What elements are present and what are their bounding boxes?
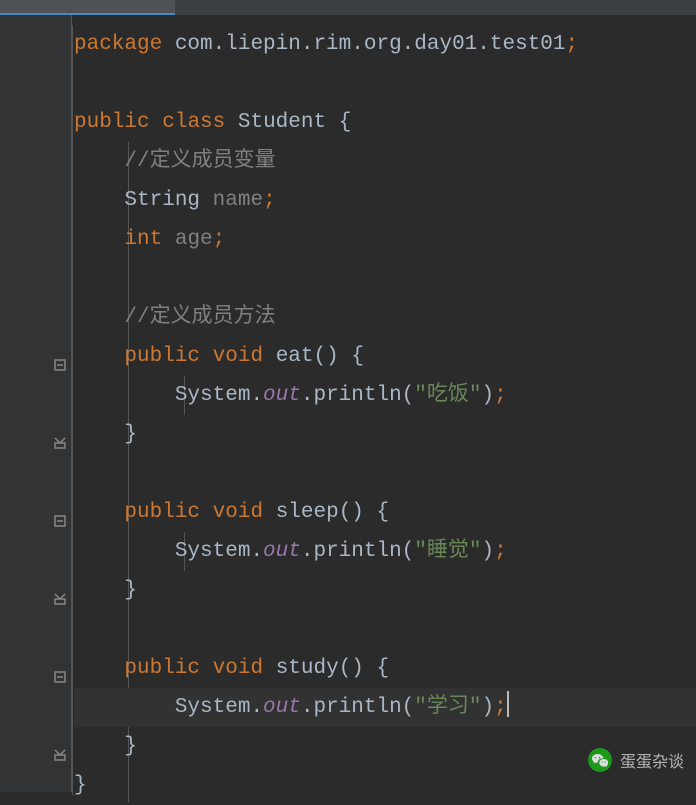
fold-minus-icon[interactable] — [53, 514, 67, 528]
code-line[interactable]: int age; — [74, 220, 696, 259]
code-line[interactable]: //定义成员变量 — [74, 142, 696, 181]
editor: package com.liepin.rim.org.day01.test01;… — [0, 15, 696, 792]
fold-end-icon[interactable] — [53, 436, 67, 450]
code-line[interactable]: public void study() { — [74, 649, 696, 688]
code-line-current[interactable]: System.out.println("学习"); — [74, 688, 696, 727]
code-area[interactable]: package com.liepin.rim.org.day01.test01;… — [72, 15, 696, 792]
watermark: 蛋蛋杂谈 — [588, 748, 684, 772]
fold-minus-icon[interactable] — [53, 670, 67, 684]
file-tab[interactable] — [0, 0, 175, 15]
code-line[interactable]: System.out.println("吃饭"); — [74, 376, 696, 415]
code-line[interactable] — [74, 610, 696, 649]
code-line[interactable]: } — [74, 571, 696, 610]
code-line[interactable]: } — [74, 415, 696, 454]
cursor — [507, 691, 509, 717]
code-line[interactable]: public void sleep() { — [74, 493, 696, 532]
fold-end-icon[interactable] — [53, 592, 67, 606]
fold-end-icon[interactable] — [53, 748, 67, 762]
code-line[interactable] — [74, 454, 696, 493]
wechat-icon — [588, 748, 612, 772]
code-line[interactable]: String name; — [74, 181, 696, 220]
gutter — [0, 15, 72, 792]
code-line[interactable]: System.out.println("睡觉"); — [74, 532, 696, 571]
code-line[interactable]: public void eat() { — [74, 337, 696, 376]
code-line[interactable] — [74, 64, 696, 103]
code-line[interactable] — [74, 259, 696, 298]
code-line[interactable]: //定义成员方法 — [74, 298, 696, 337]
fold-minus-icon[interactable] — [53, 358, 67, 372]
code-line[interactable]: package com.liepin.rim.org.day01.test01; — [74, 25, 696, 64]
code-line[interactable]: public class Student { — [74, 103, 696, 142]
watermark-text: 蛋蛋杂谈 — [620, 748, 684, 772]
tab-bar — [0, 0, 696, 15]
